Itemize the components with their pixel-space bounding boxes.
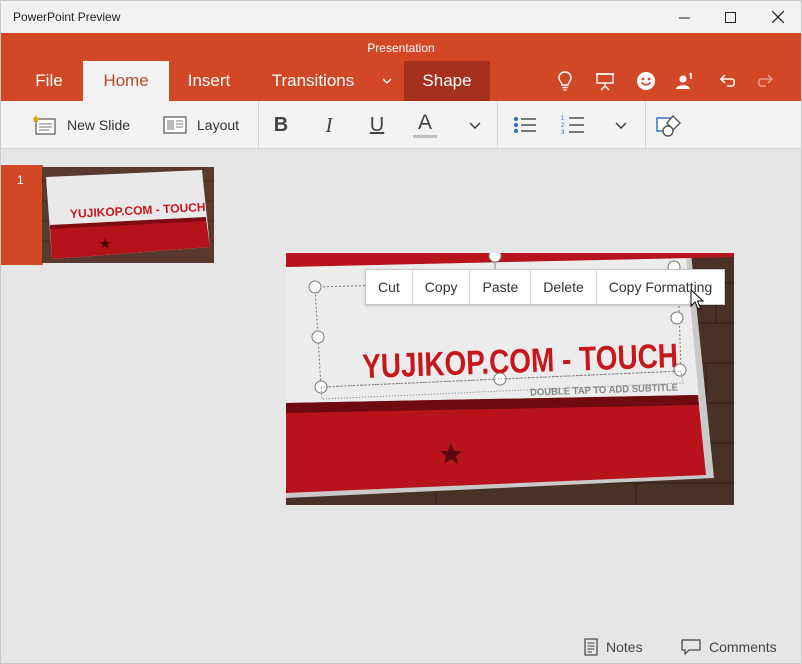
svg-text:3: 3 bbox=[561, 130, 565, 136]
window-title: PowerPoint Preview bbox=[13, 10, 121, 24]
more-tabs-chevron-icon[interactable] bbox=[377, 61, 397, 101]
cut-menu-item[interactable]: Cut bbox=[366, 270, 413, 304]
close-icon bbox=[772, 11, 784, 23]
underline-button[interactable]: U bbox=[357, 101, 397, 149]
copy-formatting-menu-item[interactable]: Copy Formatting bbox=[597, 270, 724, 304]
maximize-icon bbox=[724, 11, 736, 23]
svg-text:1: 1 bbox=[561, 116, 565, 122]
numbering-button[interactable]: 123 bbox=[553, 101, 593, 149]
share-person-icon[interactable] bbox=[675, 71, 695, 91]
paragraph-options-chevron-icon[interactable] bbox=[601, 101, 641, 149]
slide-thumbnail[interactable]: YUJIKOP.COM - TOUCH bbox=[42, 167, 214, 263]
close-button[interactable] bbox=[755, 1, 801, 33]
mouse-cursor-icon bbox=[690, 289, 704, 310]
toolbar-divider bbox=[497, 101, 498, 149]
bold-button[interactable]: B bbox=[261, 101, 301, 149]
notes-icon bbox=[584, 638, 598, 656]
undo-icon[interactable] bbox=[717, 71, 737, 91]
italic-button[interactable]: I bbox=[309, 101, 349, 149]
lightbulb-icon[interactable] bbox=[555, 71, 575, 91]
context-menu: Cut Copy Paste Delete Copy Formatting bbox=[365, 269, 726, 305]
tab-shape[interactable]: Shape bbox=[404, 61, 490, 101]
maximize-button[interactable] bbox=[707, 1, 753, 33]
tab-file[interactable]: File bbox=[23, 61, 75, 101]
app-window: PowerPoint Preview Presentation File Hom… bbox=[0, 0, 802, 664]
shapes-button[interactable] bbox=[649, 101, 689, 149]
comments-icon bbox=[681, 639, 701, 655]
copy-menu-item[interactable]: Copy bbox=[413, 270, 471, 304]
paste-menu-item[interactable]: Paste bbox=[470, 270, 532, 304]
toolbar-divider bbox=[258, 101, 259, 149]
slide-number: 1 bbox=[17, 173, 24, 187]
shapes-icon bbox=[656, 114, 681, 137]
bullets-icon bbox=[514, 117, 536, 133]
document-title: Presentation bbox=[367, 41, 435, 55]
numbering-icon: 123 bbox=[561, 116, 584, 136]
minimize-button[interactable] bbox=[661, 1, 707, 33]
home-toolbar: New Slide Layout B I U A 123 bbox=[1, 101, 801, 149]
comments-button[interactable]: Comments bbox=[681, 637, 777, 657]
font-color-button[interactable]: A bbox=[405, 101, 445, 149]
svg-text:2: 2 bbox=[561, 123, 565, 129]
title-bar: PowerPoint Preview bbox=[1, 1, 801, 33]
present-icon[interactable] bbox=[595, 71, 615, 91]
redo-icon[interactable] bbox=[756, 71, 776, 91]
toolbar-divider bbox=[645, 101, 646, 149]
font-color-swatch bbox=[413, 134, 437, 138]
smiley-icon[interactable] bbox=[636, 71, 656, 91]
font-color-glyph: A bbox=[417, 110, 432, 134]
layout-button[interactable]: Layout bbox=[163, 101, 239, 149]
font-options-chevron-icon[interactable] bbox=[455, 101, 495, 149]
new-slide-icon bbox=[33, 115, 56, 135]
tab-transitions[interactable]: Transitions bbox=[263, 61, 363, 101]
comments-label: Comments bbox=[709, 639, 777, 655]
tab-home[interactable]: Home bbox=[83, 61, 169, 101]
tab-insert[interactable]: Insert bbox=[177, 61, 241, 101]
new-slide-button[interactable]: New Slide bbox=[33, 101, 130, 149]
delete-menu-item[interactable]: Delete bbox=[531, 270, 597, 304]
minimize-icon bbox=[678, 17, 690, 18]
notes-button[interactable]: Notes bbox=[584, 637, 643, 657]
notes-label: Notes bbox=[606, 639, 643, 655]
new-slide-label: New Slide bbox=[67, 117, 131, 133]
layout-label: Layout bbox=[197, 117, 240, 133]
layout-icon bbox=[163, 116, 187, 134]
bullets-button[interactable] bbox=[505, 101, 545, 149]
ribbon: Presentation File Home Insert Transition… bbox=[1, 33, 801, 101]
